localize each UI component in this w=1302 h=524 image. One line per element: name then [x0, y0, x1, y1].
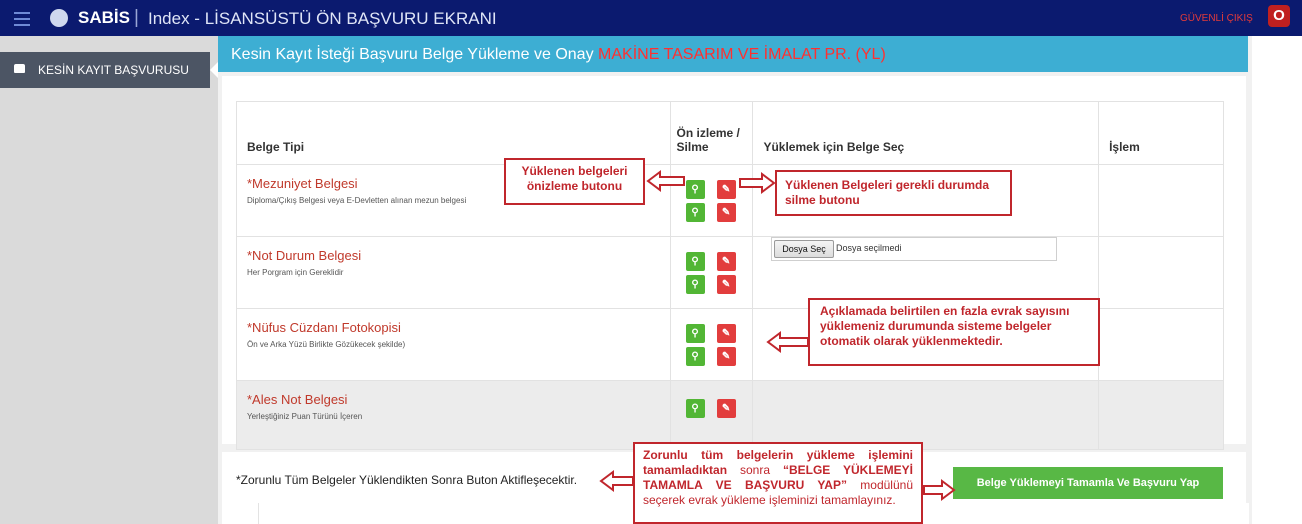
column-header-islem: İşlem	[1098, 101, 1224, 165]
column-header-belge-tipi: Belge Tipi	[236, 101, 671, 165]
sidebar: KESİN KAYIT BAŞVURUSU	[0, 36, 218, 524]
file-status: Dosya seçilmedi	[836, 243, 902, 253]
page-title: Index - LİSANSÜSTÜ ÖN BAŞVURU EKRANI	[148, 9, 497, 28]
preview-button[interactable]: ⚲	[685, 324, 705, 343]
delete-button[interactable]: ✎	[716, 203, 736, 222]
section-title: Kesin Kayıt İsteği Başvuru Belge Yükleme…	[231, 46, 886, 64]
title-separator: |	[134, 7, 139, 28]
table-row: *Mezuniyet Belgesi Diploma/Çıkış Belgesi…	[236, 164, 1224, 237]
preview-delete-cell: ⚲ ✎ ⚲ ✎	[669, 308, 754, 381]
action-cell	[1098, 164, 1224, 237]
document-name: *Not Durum Belgesi	[247, 248, 362, 263]
annotation-complete: Zorunlu tüm belgelerin yükleme işlemini …	[633, 442, 923, 524]
delete-button[interactable]: ✎	[716, 275, 736, 294]
complete-and-apply-button[interactable]: Belge Yüklemeyi Tamamla Ve Başvuru Yap	[953, 467, 1223, 499]
power-icon[interactable]: O	[1268, 5, 1290, 27]
thumbs-up-icon	[14, 64, 25, 73]
preview-delete-cell: ⚲ ✎	[669, 380, 754, 450]
arrow-left-icon	[766, 331, 809, 353]
preview-button[interactable]: ⚲	[685, 203, 705, 222]
annotation-complete-text: sonra	[727, 463, 783, 477]
annotation-auto-upload: Açıklamada belirtilen en fazla evrak say…	[808, 298, 1100, 366]
preview-button[interactable]: ⚲	[685, 399, 705, 418]
preview-button[interactable]: ⚲	[685, 180, 705, 199]
column-header-belge-sec: Yüklemek için Belge Seç	[752, 101, 1100, 165]
action-cell	[1098, 308, 1224, 381]
file-input[interactable]: Dosya Seç Dosya seçilmedi	[771, 237, 1057, 261]
document-cell: *Nüfus Cüzdanı Fotokopisi Ön ve Arka Yüz…	[236, 308, 671, 381]
choose-file-button[interactable]: Dosya Seç	[774, 240, 834, 258]
arrow-left-icon	[599, 470, 634, 492]
top-bar: SABİS | Index - LİSANSÜSTÜ ÖN BAŞVURU EK…	[0, 0, 1302, 36]
arrow-right-icon	[739, 172, 776, 194]
document-description: Ön ve Arka Yüzü Birlikte Gözükecek şekil…	[247, 340, 406, 349]
delete-button[interactable]: ✎	[716, 180, 736, 199]
document-name: *Ales Not Belgesi	[247, 392, 348, 407]
annotation-complete-text: Zorunlu tüm belgelerin yükleme işlemini	[643, 448, 913, 462]
annotation-preview: Yüklenen belgeleri önizleme butonu	[504, 158, 645, 205]
sabis-logo-icon	[50, 9, 68, 27]
annotation-delete: Yüklenen Belgeleri gerekli durumda silme…	[775, 170, 1012, 216]
arrow-left-icon	[646, 170, 685, 192]
arrow-right-icon	[923, 479, 956, 501]
preview-button[interactable]: ⚲	[685, 252, 705, 271]
hamburger-menu-icon[interactable]	[14, 8, 30, 28]
document-description: Her Porgram için Gereklidir	[247, 268, 344, 277]
document-description: Yerleştiğiniz Puan Türünü İçeren	[247, 412, 363, 421]
section-title-text: Kesin Kayıt İsteği Başvuru Belge Yükleme…	[231, 46, 594, 63]
document-cell: *Ales Not Belgesi Yerleştiğiniz Puan Tür…	[236, 380, 671, 450]
preview-button[interactable]: ⚲	[685, 275, 705, 294]
document-cell: *Not Durum Belgesi Her Porgram için Gere…	[236, 236, 671, 309]
preview-delete-cell: ⚲ ✎ ⚲ ✎	[669, 236, 754, 309]
upload-cell	[752, 380, 1100, 450]
delete-button[interactable]: ✎	[716, 324, 736, 343]
sidebar-item-kesin-kayit[interactable]: KESİN KAYIT BAŞVURUSU	[0, 52, 218, 88]
documents-table: Belge Tipi Ön izleme / Silme Yüklemek iç…	[236, 101, 1224, 450]
footer-note: *Zorunlu Tüm Belgeler Yüklendikten Sonra…	[236, 473, 578, 487]
logout-link[interactable]: GÜVENLİ ÇIKIŞ	[1180, 13, 1253, 24]
delete-button[interactable]: ✎	[716, 347, 736, 366]
delete-button[interactable]: ✎	[716, 399, 736, 418]
active-indicator	[210, 62, 218, 78]
annotation-complete-text: tamamladıktan	[643, 463, 728, 477]
program-name: MAKİNE TASARIM VE İMALAT PR. (YL)	[598, 46, 886, 63]
preview-button[interactable]: ⚲	[685, 347, 705, 366]
sidebar-item-label: KESİN KAYIT BAŞVURUSU	[38, 63, 189, 77]
delete-button[interactable]: ✎	[716, 252, 736, 271]
table-row: *Ales Not Belgesi Yerleştiğiniz Puan Tür…	[236, 380, 1224, 450]
brand-name: SABİS	[78, 8, 130, 27]
document-name: *Nüfus Cüzdanı Fotokopisi	[247, 320, 401, 335]
action-cell	[1098, 380, 1224, 450]
column-header-onizleme: Ön izleme / Silme	[669, 101, 754, 165]
action-cell	[1098, 236, 1224, 309]
